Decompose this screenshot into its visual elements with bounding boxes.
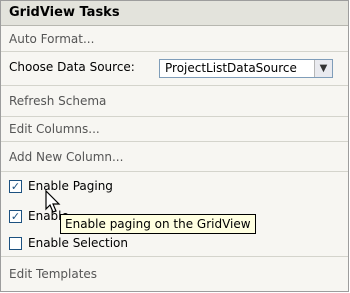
panel-title: GridView Tasks — [1, 1, 348, 26]
add-column-link[interactable]: Add New Column... — [1, 142, 348, 172]
gridview-tasks-panel: GridView Tasks Auto Format... Choose Dat… — [0, 0, 349, 292]
data-source-select[interactable]: ProjectListDataSource ▼ — [159, 59, 333, 78]
chevron-down-icon[interactable]: ▼ — [314, 60, 332, 77]
enable-paging-checkbox[interactable]: ✓ — [9, 180, 22, 193]
data-source-value: ProjectListDataSource — [165, 61, 297, 75]
refresh-schema-link[interactable]: Refresh Schema — [1, 86, 348, 117]
edit-templates-link[interactable]: Edit Templates — [1, 257, 348, 291]
enable-selection-checkbox[interactable] — [9, 237, 22, 250]
enable-sorting-checkbox[interactable]: ✓ — [9, 210, 22, 223]
enable-selection-label: Enable Selection — [28, 236, 128, 250]
enable-paging-label: Enable Paging — [28, 179, 113, 193]
auto-format-link[interactable]: Auto Format... — [1, 26, 348, 52]
data-source-label: Choose Data Source: — [9, 60, 135, 74]
data-source-row: Choose Data Source: ProjectListDataSourc… — [1, 52, 348, 86]
tooltip: Enable paging on the GridView — [60, 214, 256, 234]
edit-columns-link[interactable]: Edit Columns... — [1, 117, 348, 142]
mouse-cursor-icon — [45, 190, 61, 213]
enable-selection-row[interactable]: Enable Selection — [1, 230, 348, 257]
